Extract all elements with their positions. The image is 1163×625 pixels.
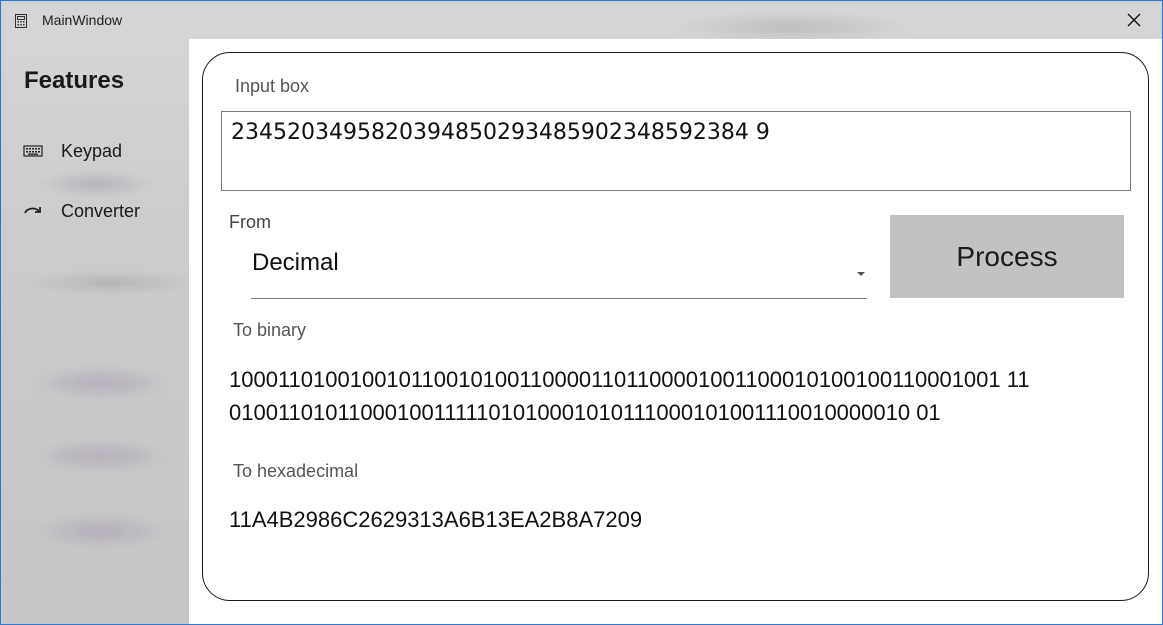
- chevron-down-icon: [855, 263, 867, 276]
- main-content: Input box 234520349582039485029348590234…: [189, 39, 1162, 624]
- sidebar-item-converter[interactable]: Converter: [1, 191, 189, 231]
- from-label: From: [229, 212, 271, 232]
- from-base-selected: Decimal: [252, 249, 339, 276]
- to-hexadecimal-label: To hexadecimal: [233, 461, 359, 481]
- calculator-icon: [15, 13, 27, 28]
- sidebar-title: Features: [24, 67, 125, 94]
- binary-output: 1000110100100101100101001100001101100001…: [229, 363, 1129, 429]
- number-input[interactable]: 2345203495820394850293485902348592384 9: [221, 111, 1131, 191]
- title-bar[interactable]: MainWindow: [1, 1, 1162, 39]
- window-title: MainWindow: [42, 12, 123, 28]
- hexadecimal-output: 11A4B2986C2629313A6B13EA2B8A7209: [229, 507, 643, 532]
- keyboard-icon: [23, 143, 43, 159]
- from-base-dropdown[interactable]: Decimal: [251, 249, 867, 299]
- binary-output-line-1: 1000110100100101100101001100001101100001…: [229, 367, 1030, 392]
- sidebar-item-keypad[interactable]: Keypad: [1, 131, 189, 171]
- sidebar: Features Keypad Converter: [1, 39, 189, 624]
- close-button[interactable]: [1106, 1, 1162, 39]
- converter-card: Input box 234520349582039485029348590234…: [202, 52, 1149, 601]
- sidebar-item-label: Keypad: [61, 141, 123, 161]
- input-box-label: Input box: [235, 76, 310, 96]
- main-window: MainWindow Features Keypad Converter Inp…: [0, 0, 1163, 625]
- binary-output-line-2: 0100110101100010011111010100010101110001…: [229, 400, 941, 425]
- redo-arrow-icon: [23, 203, 43, 219]
- sidebar-item-label: Converter: [61, 201, 141, 221]
- to-binary-label: To binary: [233, 320, 307, 340]
- process-button[interactable]: Process: [890, 215, 1124, 298]
- close-icon: [1127, 13, 1141, 27]
